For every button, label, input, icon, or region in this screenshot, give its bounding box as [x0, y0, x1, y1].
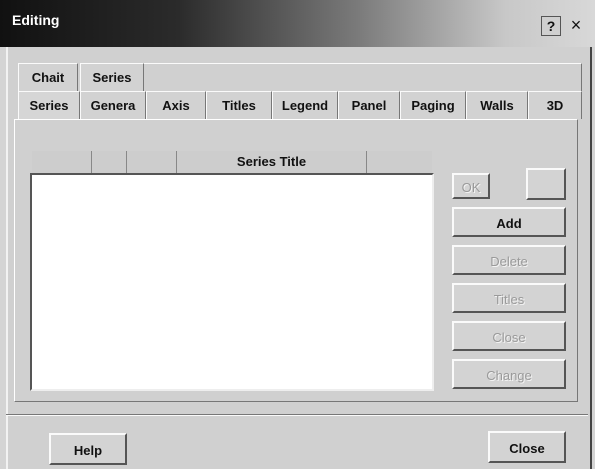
footer-separator [6, 414, 588, 416]
header-cell[interactable] [32, 151, 92, 173]
series-title-header[interactable]: Series Title [177, 151, 367, 173]
tab-series-top[interactable]: Series [80, 63, 144, 91]
header-cell[interactable] [92, 151, 127, 173]
header-cell[interactable] [127, 151, 177, 173]
close-series-button[interactable]: Close [452, 321, 566, 351]
close-icon[interactable]: × [567, 16, 585, 34]
title-bar: Editing ? × [0, 0, 595, 47]
series-listbox[interactable] [30, 173, 434, 391]
delete-button[interactable]: Delete [452, 245, 566, 275]
close-button[interactable]: Close [488, 431, 566, 463]
tab-general[interactable]: Genera [80, 91, 146, 119]
blank-button[interactable] [526, 168, 566, 200]
add-button[interactable]: Add [452, 207, 566, 237]
tab-panel[interactable]: Panel [338, 91, 400, 119]
tab-walls[interactable]: Walls [466, 91, 528, 119]
help-icon[interactable]: ? [541, 16, 561, 36]
tab-axis[interactable]: Axis [146, 91, 206, 119]
tab-titles[interactable]: Titles [206, 91, 272, 119]
change-button[interactable]: Change [452, 359, 566, 389]
help-button[interactable]: Help [49, 433, 127, 465]
tab-series[interactable]: Series [18, 91, 80, 119]
tab-legend[interactable]: Legend [272, 91, 338, 119]
tab-3d[interactable]: 3D [528, 91, 582, 119]
tab-chart[interactable]: Chait [18, 63, 78, 91]
titles-button[interactable]: Titles [452, 283, 566, 313]
tab-paging[interactable]: Paging [400, 91, 466, 119]
window-title: Editing [12, 12, 60, 28]
ok-button[interactable]: OK [452, 173, 490, 199]
tab-row-filler [144, 63, 582, 91]
series-list-header: Series Title [32, 151, 432, 173]
